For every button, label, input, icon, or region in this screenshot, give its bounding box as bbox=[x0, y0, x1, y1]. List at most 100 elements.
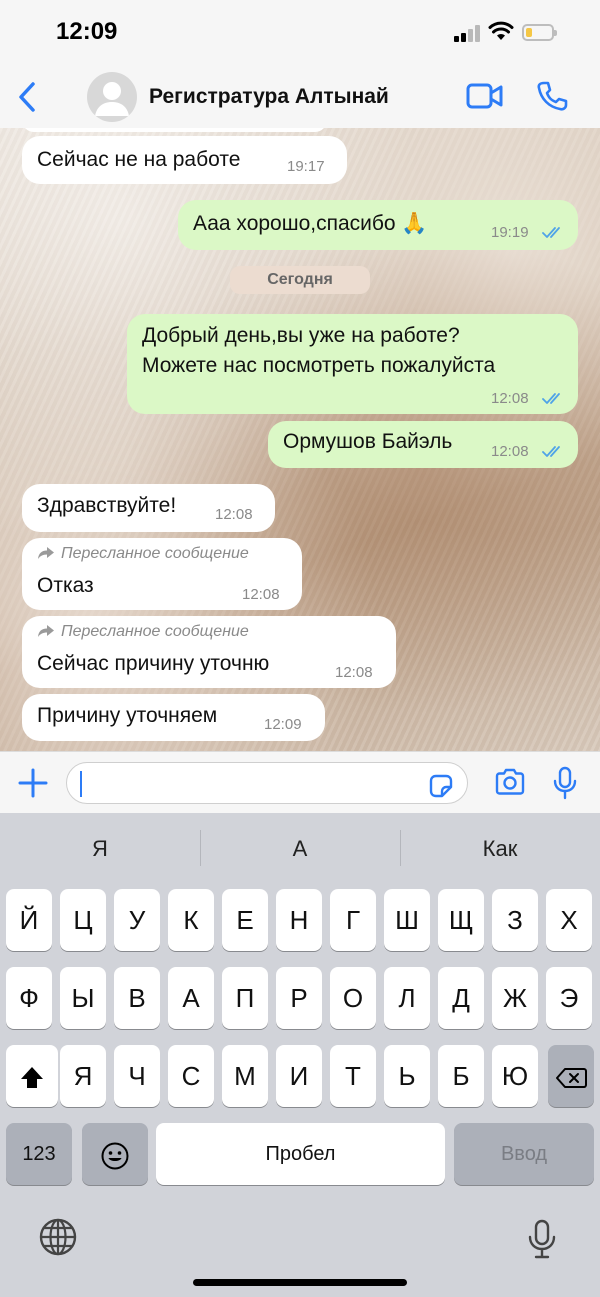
key[interactable]: В bbox=[114, 967, 160, 1029]
plus-icon[interactable] bbox=[17, 767, 49, 799]
cellular-signal-icon bbox=[454, 24, 482, 42]
forwarded-label-text: Пересланное сообщение bbox=[61, 623, 249, 640]
message-incoming[interactable]: Здравствуйте! 12:08 bbox=[22, 484, 275, 532]
key[interactable]: Ч bbox=[114, 1045, 160, 1107]
key[interactable]: А bbox=[168, 967, 214, 1029]
message-time: 19:19 bbox=[491, 224, 529, 241]
key[interactable]: Ь bbox=[384, 1045, 430, 1107]
message-time: 12:09 bbox=[264, 716, 302, 733]
battery-icon bbox=[522, 24, 557, 41]
emoji-key[interactable] bbox=[82, 1123, 148, 1185]
message-text: Сейчас причину уточню bbox=[37, 652, 270, 675]
microphone-icon[interactable] bbox=[552, 766, 578, 800]
double-check-icon bbox=[542, 227, 560, 238]
message-outgoing[interactable]: Ормушов Байэль 12:08 bbox=[268, 421, 578, 468]
key[interactable]: Э bbox=[546, 967, 592, 1029]
key[interactable]: Е bbox=[222, 889, 268, 951]
dictation-microphone-icon[interactable] bbox=[527, 1219, 557, 1259]
message-time: 12:08 bbox=[215, 506, 253, 523]
return-key[interactable]: Ввод bbox=[454, 1123, 594, 1185]
status-bar: 12:09 bbox=[0, 0, 600, 66]
backspace-icon bbox=[556, 1068, 587, 1089]
key[interactable]: Й bbox=[6, 889, 52, 951]
key[interactable]: С bbox=[168, 1045, 214, 1107]
home-indicator[interactable] bbox=[193, 1279, 407, 1286]
numbers-key[interactable]: 123 bbox=[6, 1123, 72, 1185]
forwarded-label-text: Пересланное сообщение bbox=[61, 545, 249, 562]
key[interactable]: Щ bbox=[438, 889, 484, 951]
message-bubble-partial bbox=[22, 128, 327, 132]
key[interactable]: Т bbox=[330, 1045, 376, 1107]
key[interactable]: О bbox=[330, 967, 376, 1029]
date-separator: Сегодня bbox=[230, 266, 370, 294]
key[interactable]: У bbox=[114, 889, 160, 951]
message-text: Отказ bbox=[37, 574, 94, 597]
message-text: Ааа хорошо,спасибо 🙏 bbox=[193, 212, 428, 235]
message-time: 12:08 bbox=[335, 664, 373, 681]
status-time: 12:09 bbox=[56, 18, 118, 45]
suggestion-3[interactable]: Как bbox=[400, 813, 600, 883]
suggestion-1[interactable]: Я bbox=[0, 813, 200, 883]
message-text: Здравствуйте! bbox=[37, 494, 177, 517]
key[interactable]: Х bbox=[546, 889, 592, 951]
message-outgoing[interactable]: Добрый день,вы уже на работе? Можете нас… bbox=[127, 314, 578, 414]
forwarded-arrow-icon bbox=[38, 547, 54, 559]
shift-icon bbox=[21, 1067, 43, 1089]
key[interactable]: Б bbox=[438, 1045, 484, 1107]
key[interactable]: Г bbox=[330, 889, 376, 951]
key[interactable]: Ц bbox=[60, 889, 106, 951]
message-incoming[interactable]: Сейчас не на работе 19:17 bbox=[22, 136, 347, 184]
message-incoming[interactable]: Причину уточняем 12:09 bbox=[22, 694, 325, 741]
video-call-icon[interactable] bbox=[466, 82, 504, 110]
message-incoming-forwarded[interactable]: Пересланное сообщение Сейчас причину уто… bbox=[22, 616, 396, 688]
message-text: Ормушов Байэль bbox=[283, 430, 453, 453]
message-time: 12:08 bbox=[242, 586, 280, 603]
key[interactable]: Р bbox=[276, 967, 322, 1029]
message-incoming-forwarded[interactable]: Пересланное сообщение Отказ 12:08 bbox=[22, 538, 302, 610]
key[interactable]: М bbox=[222, 1045, 268, 1107]
message-time: 19:17 bbox=[287, 158, 325, 175]
message-text: Причину уточняем bbox=[37, 704, 218, 727]
message-text: Сейчас не на работе bbox=[37, 148, 241, 171]
key[interactable]: П bbox=[222, 967, 268, 1029]
key[interactable]: Ш bbox=[384, 889, 430, 951]
key[interactable]: Я bbox=[60, 1045, 106, 1107]
forwarded-label: Пересланное сообщение bbox=[37, 623, 249, 641]
globe-icon[interactable] bbox=[38, 1217, 78, 1257]
message-outgoing[interactable]: Ааа хорошо,спасибо 🙏 19:19 bbox=[178, 200, 578, 250]
message-text-line-1: Добрый день,вы уже на работе? bbox=[142, 324, 460, 347]
chat-header: Регистратура Алтынай bbox=[0, 66, 600, 129]
double-check-icon bbox=[542, 446, 560, 457]
message-input[interactable] bbox=[66, 762, 468, 804]
key[interactable]: Ы bbox=[60, 967, 106, 1029]
avatar[interactable] bbox=[87, 72, 137, 122]
key[interactable]: К bbox=[168, 889, 214, 951]
back-chevron-icon[interactable] bbox=[14, 80, 40, 114]
shift-key[interactable] bbox=[6, 1045, 58, 1107]
forwarded-label: Пересланное сообщение bbox=[37, 545, 249, 563]
text-caret bbox=[80, 771, 82, 797]
key[interactable]: Ю bbox=[492, 1045, 538, 1107]
key[interactable]: Ж bbox=[492, 967, 538, 1029]
key[interactable]: Н bbox=[276, 889, 322, 951]
key[interactable]: Л bbox=[384, 967, 430, 1029]
chat-area[interactable]: Сейчас не на работе 19:17 Ааа хорошо,спа… bbox=[0, 128, 600, 751]
camera-icon[interactable] bbox=[494, 768, 526, 796]
key[interactable]: Д bbox=[438, 967, 484, 1029]
message-time: 12:08 bbox=[491, 443, 529, 460]
space-key[interactable]: Пробел bbox=[156, 1123, 445, 1185]
message-text-line-2: Можете нас посмотреть пожалуйста bbox=[142, 354, 496, 377]
sticker-icon[interactable] bbox=[427, 772, 455, 800]
backspace-key[interactable] bbox=[548, 1045, 594, 1107]
phone-icon[interactable] bbox=[536, 80, 568, 112]
suggestion-2[interactable]: А bbox=[200, 813, 400, 883]
key[interactable]: И bbox=[276, 1045, 322, 1107]
avatar-icon bbox=[95, 82, 129, 116]
forwarded-arrow-icon bbox=[38, 625, 54, 637]
key[interactable]: З bbox=[492, 889, 538, 951]
emoji-icon bbox=[101, 1142, 129, 1170]
key[interactable]: Ф bbox=[6, 967, 52, 1029]
double-check-icon bbox=[542, 393, 560, 404]
wifi-icon bbox=[488, 21, 514, 40]
contact-name[interactable]: Регистратура Алтынай bbox=[149, 85, 389, 109]
